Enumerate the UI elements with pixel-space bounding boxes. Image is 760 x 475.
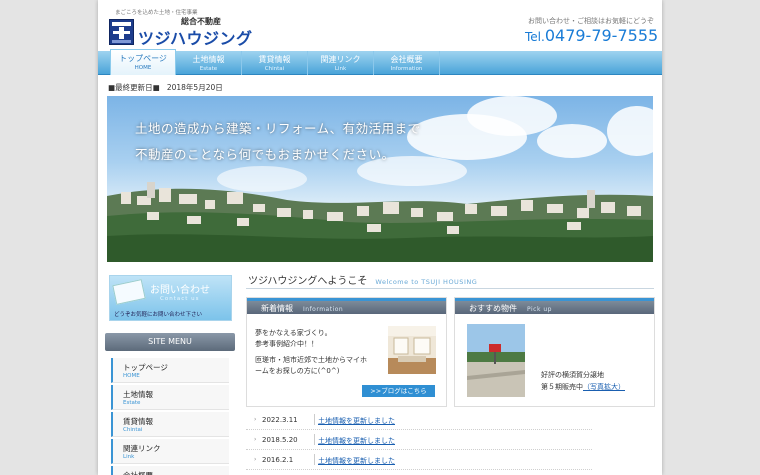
site-menu: トップページ HOME 土地情報 Estate 賃貸情報 Chintai 関連リ… [111,358,229,475]
tel-label: Tel. [525,30,545,44]
site-menu-item-information[interactable]: 会社概要 [111,466,229,475]
nav-item-chintai[interactable]: 賃貸情報 Chintai [242,51,308,75]
nav-item-link[interactable]: 関連リンク Link [308,51,374,75]
nav-item-label: 土地情報 [192,55,225,64]
hero-image: 土地の造成から建築・リフォーム、有効活用まで 不動産のことなら何でもおまかせくだ… [107,96,653,262]
news-box-subtitle: Information [303,306,344,313]
site-menu-item-home[interactable]: トップページ HOME [111,358,229,383]
hero-headline-2: 不動産のことなら何でもおまかせください。 [135,147,395,162]
site-menu-heading: SITE MENU [105,333,235,351]
pickup-box-header: おすすめ物件 Pick up [455,298,654,314]
nav-item-sublabel: Link [334,66,347,72]
site-menu-sublabel: Link [123,454,135,460]
divider [314,414,315,425]
contact-note: お問い合わせ・ご相談はお気軽にどうぞ [528,17,654,25]
pickup-line-2: 第５期販売中（写真拡大） [541,382,625,393]
news-date: 2018.5.20 [262,436,298,444]
news-box-line: 匝瑳市・旭市近郊で土地からマイホ [255,356,367,364]
site-menu-label: 賃貸情報 [123,417,153,426]
divider [314,434,315,445]
news-date: 2022.3.11 [262,416,298,424]
news-box-line: 夢をかなえる家づくり。 [255,329,332,337]
interior-photo[interactable] [388,326,436,374]
last-updated-label: ■最終更新日■ [108,83,160,92]
news-row: › 2022.3.11 土地情報を更新しました [246,410,592,430]
nav-item-estate[interactable]: 土地情報 Estate [176,51,242,75]
nav-item-label: 賃貸情報 [258,55,291,64]
nav-item-label: 関連リンク [320,55,361,64]
pickup-box: おすすめ物件 Pick up 好評の横須賀分譲地 第５期販売中（写真拡大） [454,297,655,407]
logo-icon[interactable] [109,19,134,45]
contact-banner-title: お問い合わせ [150,285,210,296]
last-updated-date: 2018年5月20日 [166,83,223,92]
news-box-title: 新着情報 [261,304,293,313]
logo-name[interactable]: ツジハウジング [138,25,253,49]
pickup-line: 好評の横須賀分譲地 [541,371,604,379]
contact-banner-subtitle: Contact us [160,296,200,302]
envelope-icon [112,279,146,305]
property-photo[interactable] [467,324,525,397]
site-menu-item-link[interactable]: 関連リンク Link [111,439,229,464]
pickup-box-subtitle: Pick up [527,306,552,313]
site-menu-label: トップページ [123,363,168,372]
nav-item-information[interactable]: 会社概要 Information [374,51,440,75]
page: まごころを込めた土地・住宅事業 総合不動産 ツジハウジング お問い合わせ・ご相談… [98,0,662,475]
welcome-subtitle: Welcome to TSUJI HOUSING [375,278,478,286]
news-link[interactable]: 土地情報を更新しました [318,416,395,426]
nav-item-sublabel: Estate [199,66,218,72]
divider [314,454,315,465]
tel-number: 0479-79-7555 [544,26,659,45]
news-box: 新着情報 Information 夢をかなえる家づくり。 参考事例紹介中！！ 匝瑳… [246,297,447,407]
contact-banner-note: どうぞお気軽にお問い合わせ下さい [114,312,203,318]
news-row: › 2018.5.20 土地情報を更新しました [246,430,592,450]
site-menu-label: 会社概要 [123,466,229,475]
bullet-arrow-icon: › [254,416,257,423]
news-row: › 2016.2.1 土地情報を更新しました [246,450,592,470]
photo-enlarge-link[interactable]: （写真拡大） [583,383,625,391]
divider [246,288,654,289]
news-date: 2016.2.1 [262,456,294,464]
tagline: まごころを込めた土地・住宅事業 [115,10,198,16]
news-box-line: ームをお探しの方に(^0^) [255,367,340,375]
contact-banner[interactable]: お問い合わせ Contact us どうぞお気軽にお問い合わせ下さい [109,275,232,321]
welcome-heading: ツジハウジングへようこそ Welcome to TSUJI HOUSING [248,272,477,287]
phone-number: Tel.0479-79-7555 [525,26,658,45]
bullet-arrow-icon: › [254,436,257,443]
pickup-line: 第５期販売中 [541,383,583,391]
nav-item-sublabel: Information [390,66,423,72]
news-link[interactable]: 土地情報を更新しました [318,436,395,446]
nav-item-sublabel: Chintai [264,66,285,72]
site-menu-item-chintai[interactable]: 賃貸情報 Chintai [111,412,229,437]
site-menu-sublabel: Estate [123,400,141,406]
site-menu-label: 関連リンク [123,444,161,453]
news-list: › 2022.3.11 土地情報を更新しました › 2018.5.20 土地情報… [246,410,592,470]
nav-item-sublabel: HOME [134,65,152,71]
news-link[interactable]: 土地情報を更新しました [318,456,395,466]
bullet-arrow-icon: › [254,456,257,463]
pickup-box-title: おすすめ物件 [469,304,517,313]
news-box-header: 新着情報 Information [247,298,446,314]
nav-item-home[interactable]: トップページ HOME [110,49,176,75]
site-menu-sublabel: HOME [123,373,140,379]
global-nav: トップページ HOME 土地情報 Estate 賃貸情報 Chintai 関連リ… [98,49,662,75]
site-menu-item-estate[interactable]: 土地情報 Estate [111,385,229,410]
hero-headline-1: 土地の造成から建築・リフォーム、有効活用まで [135,121,421,136]
welcome-title: ツジハウジングへようこそ [248,276,368,287]
site-menu-label: 土地情報 [123,390,153,399]
news-box-line: 参考事例紹介中！！ [255,340,318,348]
last-updated: ■最終更新日■ 2018年5月20日 [108,82,223,93]
site-menu-sublabel: Chintai [123,427,143,433]
nav-item-label: トップページ [119,54,167,63]
blog-button[interactable]: >>ブログはこちら [362,385,435,397]
nav-item-label: 会社概要 [390,55,423,64]
